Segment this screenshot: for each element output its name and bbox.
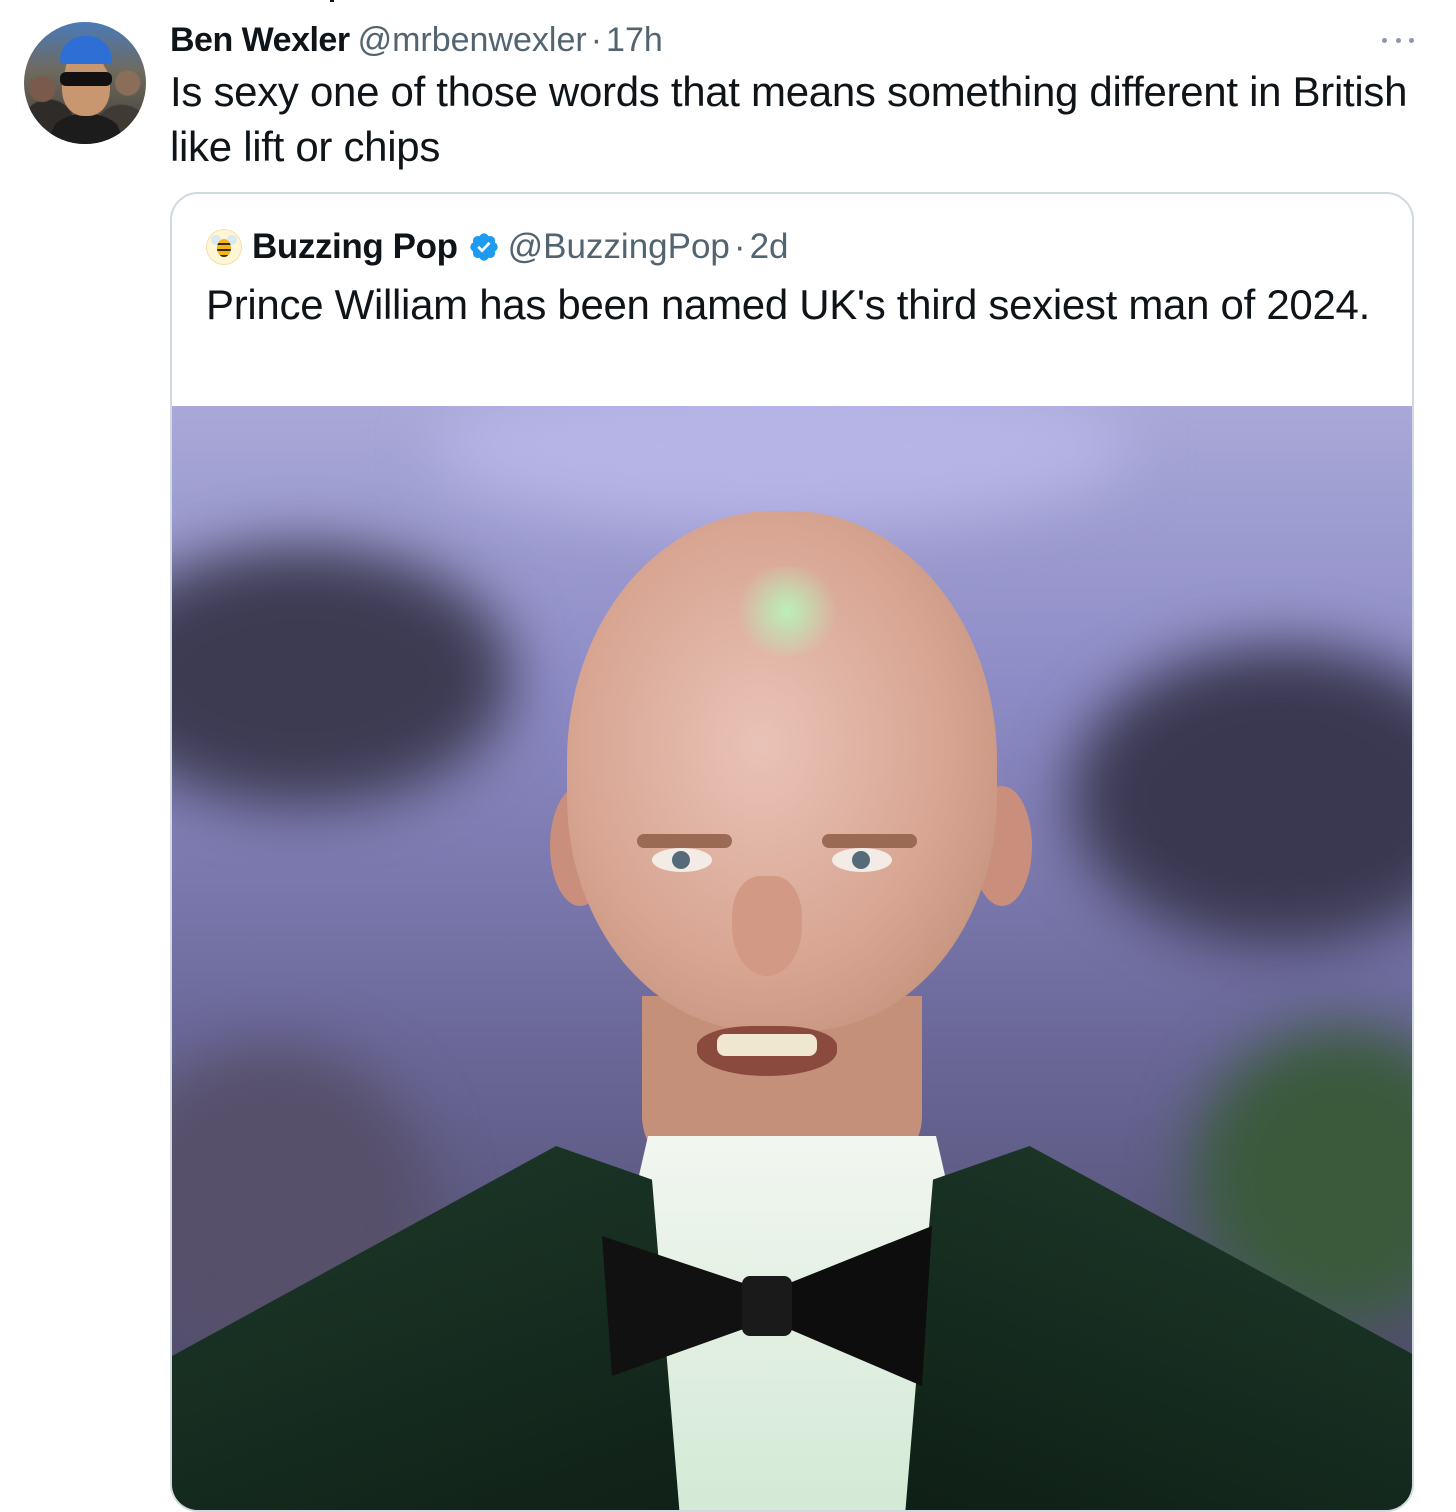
verified-badge-icon xyxy=(469,233,498,261)
quoted-tweet-text: Prince William has been named UK's third… xyxy=(206,281,1370,328)
tweet-header: Ben Wexler @mrbenwexler · 17h xyxy=(170,18,663,62)
author-avatar[interactable] xyxy=(24,22,146,144)
quoted-author-handle[interactable]: @BuzzingPop xyxy=(508,227,730,267)
tweet-timestamp[interactable]: 17h xyxy=(606,18,663,62)
tweet[interactable]: Ben Wexler @mrbenwexler · 17h Is sexy on… xyxy=(0,0,1456,1512)
quoted-tweet-timestamp[interactable]: 2d xyxy=(750,227,789,267)
quoted-author-name[interactable]: Buzzing Pop xyxy=(252,227,458,267)
author-name[interactable]: Ben Wexler xyxy=(170,18,350,62)
quoted-tweet-photo[interactable] xyxy=(172,406,1412,1510)
separator-dot: · xyxy=(733,227,746,266)
clipped-previous-content xyxy=(330,0,334,2)
quoted-tweet-header: Buzzing Pop @BuzzingPop · 2d xyxy=(206,222,789,272)
bow-tie xyxy=(602,1226,932,1386)
tweet-text: Is sexy one of those words that means so… xyxy=(170,68,1408,170)
more-horizontal-icon[interactable] xyxy=(1382,30,1414,50)
author-handle[interactable]: @mrbenwexler xyxy=(358,18,587,62)
bee-avatar-icon[interactable] xyxy=(206,229,242,265)
quoted-tweet-card[interactable]: Buzzing Pop @BuzzingPop · 2d Prince Will… xyxy=(170,192,1414,1512)
separator-dot: · xyxy=(590,21,603,59)
